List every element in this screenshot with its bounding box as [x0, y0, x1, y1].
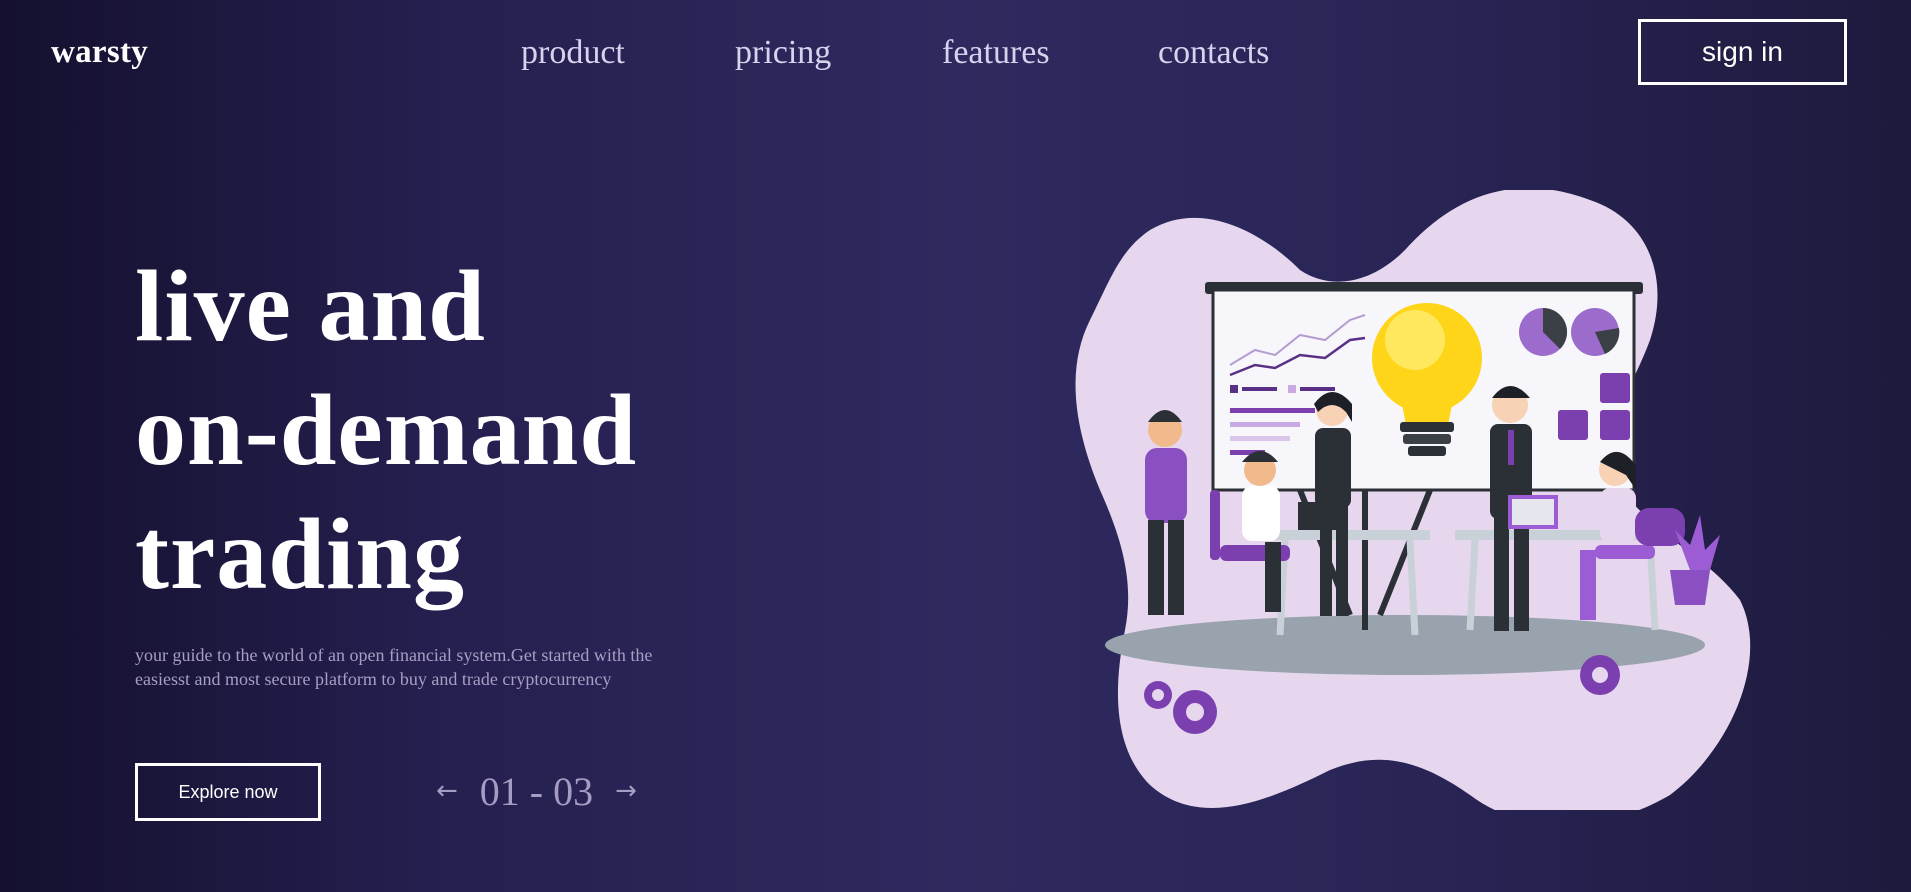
hero-title-line-2: on-demand [135, 374, 638, 487]
hero-title-line-1: live and [135, 250, 486, 363]
main-nav: product pricing features contacts [0, 34, 1911, 74]
slide-pager: ← 01 - 03 → [432, 766, 641, 816]
hero-title: live and on-demand trading [135, 245, 637, 617]
hero-subtitle: your guide to the world of an open finan… [135, 645, 653, 689]
explore-now-button[interactable]: Explore now [135, 763, 321, 821]
slide-counter: 01 - 03 [479, 768, 594, 814]
team-meeting-illustration [1075, 190, 1751, 810]
arrow-right-icon[interactable]: → [611, 776, 641, 806]
arrow-left-icon[interactable]: ← [432, 776, 462, 806]
nav-link-features[interactable]: features [942, 34, 1050, 72]
nav-link-product[interactable]: product [521, 34, 625, 72]
nav-link-pricing[interactable]: pricing [735, 34, 831, 72]
nav-link-contacts[interactable]: contacts [1158, 34, 1269, 72]
hero-title-line-3: trading [135, 498, 466, 611]
sign-in-button[interactable]: sign in [1638, 19, 1847, 85]
